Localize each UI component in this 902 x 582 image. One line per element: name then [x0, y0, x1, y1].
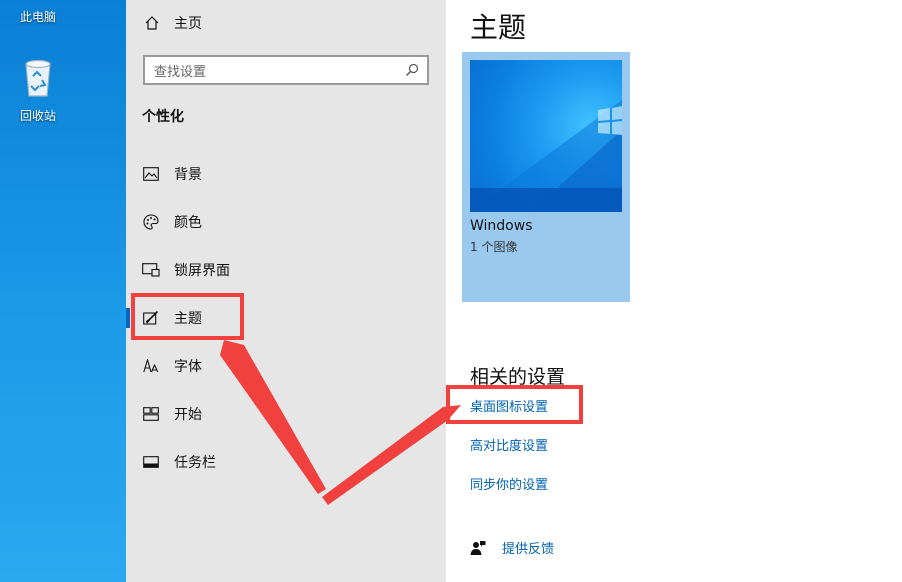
sidebar-item-fonts[interactable]: 字体 [126, 344, 446, 388]
sidebar-item-label: 字体 [174, 359, 202, 375]
recycle-bin-label[interactable]: 回收站 [0, 107, 76, 124]
recycle-bin-icon[interactable] [18, 56, 58, 98]
sidebar-item-label: 任务栏 [174, 455, 216, 471]
sidebar-item-label: 锁屏界面 [174, 263, 230, 279]
font-icon [142, 357, 160, 375]
annotation-box-themes [131, 293, 244, 340]
annotation-box-desktop-icons [446, 385, 583, 424]
desktop-background: 此电脑 回收站 [0, 0, 126, 582]
sidebar-item-label: 开始 [174, 407, 202, 423]
search-input[interactable]: 查找设置 [145, 61, 397, 80]
high-contrast-settings-link[interactable]: 高对比度设置 [470, 435, 548, 454]
search-icon[interactable] [397, 57, 427, 83]
sync-settings-link[interactable]: 同步你的设置 [470, 474, 548, 493]
feedback-label: 提供反馈 [502, 542, 555, 557]
settings-sidebar: 主页 查找设置 个性化 背景 颜色 锁屏界面 主题 字体 开始 任务栏 [126, 0, 446, 582]
taskbar-icon [142, 453, 160, 471]
sidebar-item-label: 背景 [174, 167, 202, 183]
search-box[interactable]: 查找设置 [143, 55, 429, 85]
image-icon [142, 165, 160, 183]
sidebar-item-label: 颜色 [174, 215, 202, 231]
home-label: 主页 [174, 16, 202, 32]
lock-screen-icon [142, 261, 160, 279]
sidebar-item-colors[interactable]: 颜色 [126, 200, 446, 244]
sidebar-item-lock-screen[interactable]: 锁屏界面 [126, 248, 446, 292]
theme-image-count: 1 个图像 [470, 240, 518, 254]
sidebar-item-background[interactable]: 背景 [126, 152, 446, 196]
this-pc-label[interactable]: 此电脑 [0, 8, 76, 25]
home-nav-item[interactable]: 主页 [144, 10, 202, 36]
start-grid-icon [142, 405, 160, 423]
sidebar-item-start[interactable]: 开始 [126, 392, 446, 436]
active-indicator [126, 308, 130, 328]
theme-card[interactable]: Windows 1 个图像 [462, 52, 630, 302]
home-icon [145, 16, 159, 30]
feedback-link[interactable]: 提供反馈 [470, 538, 554, 557]
theme-name: Windows [470, 218, 533, 234]
section-title: 个性化 [142, 109, 184, 125]
palette-icon [142, 213, 160, 231]
feedback-person-icon [470, 540, 486, 555]
sidebar-item-taskbar[interactable]: 任务栏 [126, 440, 446, 484]
page-title: 主题 [470, 11, 527, 44]
theme-thumbnail [470, 60, 622, 212]
main-content: 主题 Windows 1 个图像 相关的设置 桌面图标设置 高对比度设置 同步你… [446, 0, 902, 582]
